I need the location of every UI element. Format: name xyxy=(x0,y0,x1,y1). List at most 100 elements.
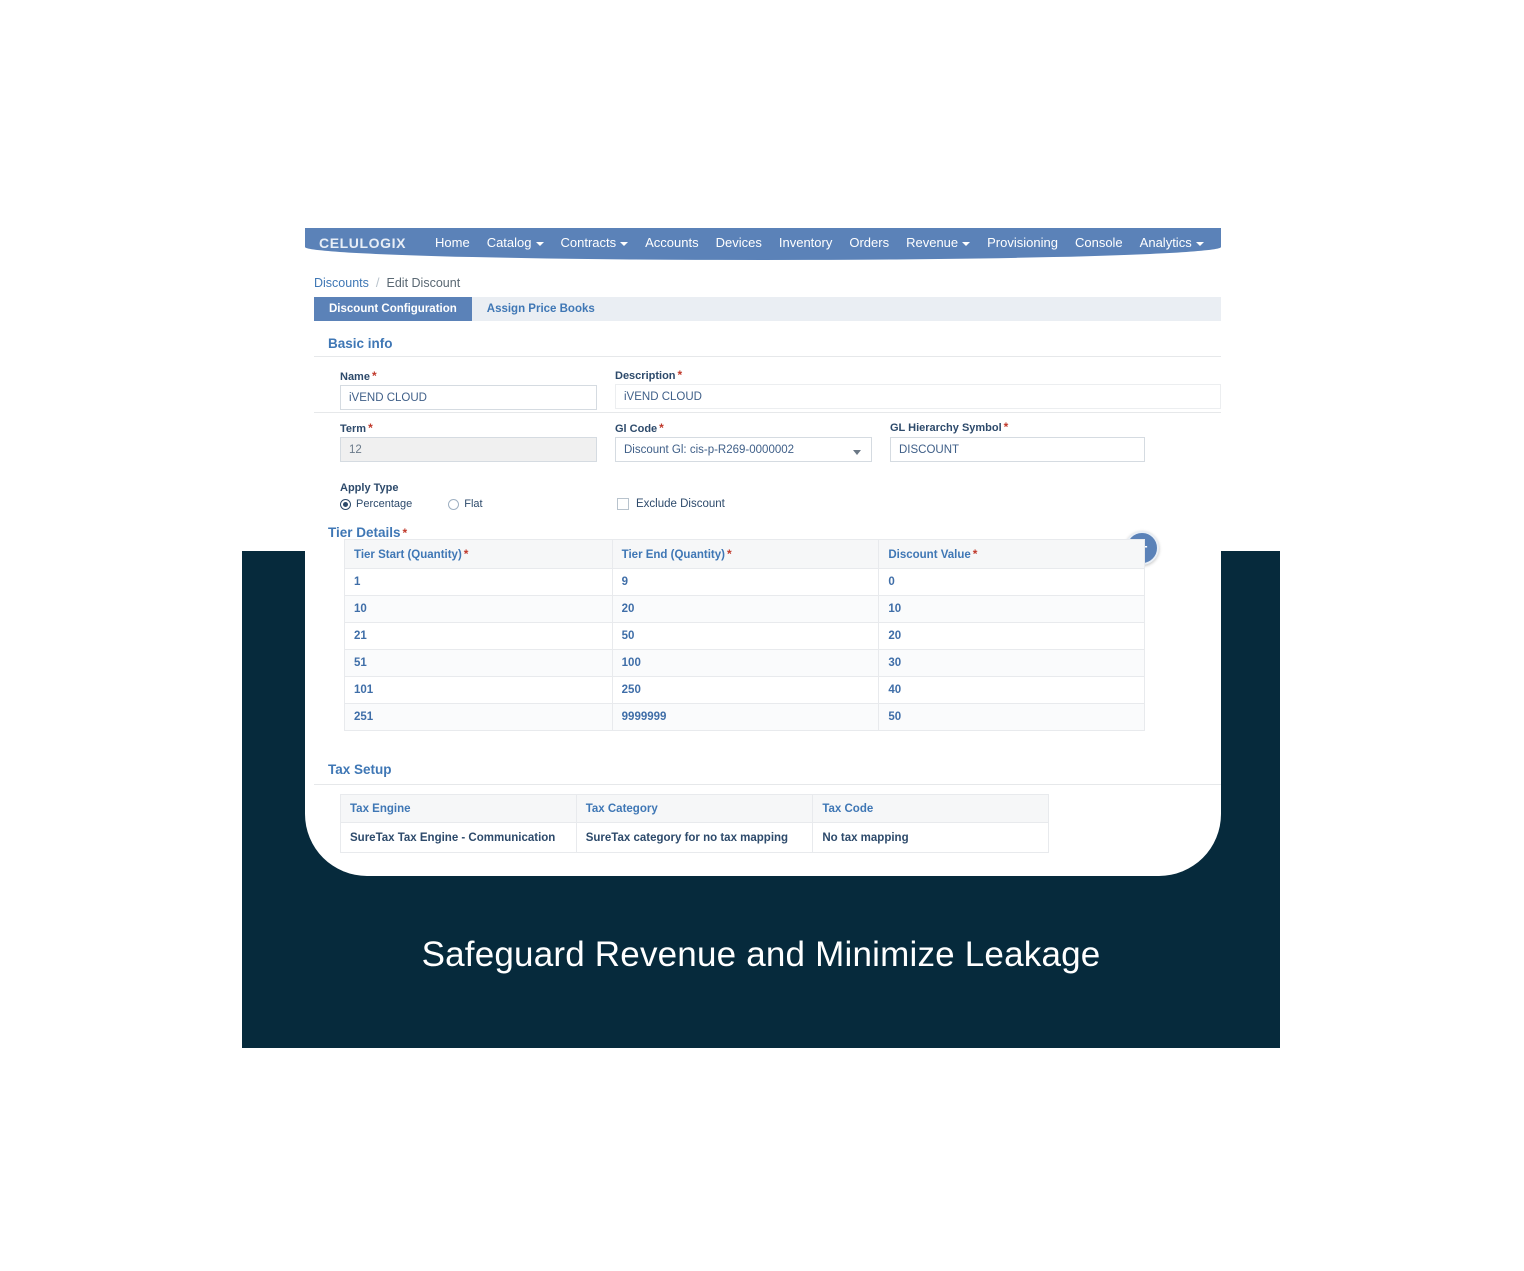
description-input[interactable] xyxy=(615,384,1221,409)
radio-icon xyxy=(340,498,351,510)
nav-item-home[interactable]: Home xyxy=(435,235,470,250)
top-navbar: CELULOGIX Home Catalog Contracts Account… xyxy=(305,228,1221,260)
chevron-down-icon xyxy=(535,241,544,246)
chevron-down-icon xyxy=(1195,241,1204,246)
table-row[interactable]: 251 9999999 50 xyxy=(344,703,1145,731)
cell-discount-value[interactable]: 30 xyxy=(878,649,1145,677)
nav-item-analytics[interactable]: Analytics xyxy=(1140,235,1204,250)
nav-item-accounts[interactable]: Accounts xyxy=(645,235,698,250)
nav-label: Revenue xyxy=(906,235,959,250)
section-title-tier-details: Tier Details * xyxy=(328,525,408,540)
table-row[interactable]: 51 100 30 xyxy=(344,649,1145,677)
cell-tier-start[interactable]: 101 xyxy=(344,676,613,704)
brand-logo[interactable]: CELULOGIX xyxy=(319,235,406,251)
nav-item-inventory[interactable]: Inventory xyxy=(779,235,832,250)
cell-tax-engine: SureTax Tax Engine - Communication xyxy=(340,822,577,853)
nav-label: Analytics xyxy=(1139,235,1192,250)
radio-option-flat[interactable]: Flat xyxy=(448,498,483,510)
nav-item-provisioning[interactable]: Provisioning xyxy=(987,235,1058,250)
table-row[interactable]: SureTax Tax Engine - Communication SureT… xyxy=(340,822,1049,853)
required-marker: * xyxy=(1003,420,1009,434)
nav-menu: Home Catalog Contracts Accounts Devices … xyxy=(435,235,1204,250)
gl-code-select[interactable] xyxy=(615,437,872,462)
cell-discount-value[interactable]: 50 xyxy=(878,703,1145,731)
label-description: Description * xyxy=(615,368,683,382)
screenshot-root: Safeguard Revenue and Minimize Leakage C… xyxy=(0,0,1524,1271)
chevron-down-icon[interactable] xyxy=(853,450,861,455)
cell-tier-end[interactable]: 100 xyxy=(611,649,880,677)
tab-assign-price-books[interactable]: Assign Price Books xyxy=(472,297,610,321)
label-gl-code: Gl Code * xyxy=(615,421,664,435)
section-title-tax-setup: Tax Setup xyxy=(328,762,392,777)
nav-item-devices[interactable]: Devices xyxy=(716,235,762,250)
divider xyxy=(314,412,1221,413)
cell-tier-end[interactable]: 50 xyxy=(611,622,880,650)
required-marker: * xyxy=(463,547,469,561)
nav-item-catalog[interactable]: Catalog xyxy=(487,235,544,250)
label-term: Term * xyxy=(340,421,373,435)
gl-hierarchy-symbol-input[interactable] xyxy=(890,437,1145,462)
cell-discount-value[interactable]: 0 xyxy=(878,568,1145,596)
cell-discount-value[interactable]: 40 xyxy=(878,676,1145,704)
required-marker: * xyxy=(972,547,978,561)
tax-setup-table: Tax Engine Tax Category Tax Code SureTax… xyxy=(340,794,1049,853)
cell-tier-start[interactable]: 21 xyxy=(344,622,613,650)
cell-discount-value[interactable]: 20 xyxy=(878,622,1145,650)
required-marker: * xyxy=(402,526,408,540)
breadcrumb-discounts[interactable]: Discounts xyxy=(314,276,369,290)
cell-tier-end[interactable]: 250 xyxy=(611,676,880,704)
exclude-discount-checkbox[interactable]: Exclude Discount xyxy=(617,498,725,510)
breadcrumb-current: Edit Discount xyxy=(386,275,461,290)
breadcrumb-separator: / xyxy=(375,275,380,290)
column-discount-value: Discount Value * xyxy=(878,539,1145,569)
promo-headline: Safeguard Revenue and Minimize Leakage xyxy=(421,935,1101,974)
column-tier-end: Tier End (Quantity) * xyxy=(611,539,880,569)
application-card: CELULOGIX Home Catalog Contracts Account… xyxy=(305,228,1221,876)
table-header-row: Tier Start (Quantity) * Tier End (Quantit… xyxy=(344,539,1145,569)
table-row[interactable]: 101 250 40 xyxy=(344,676,1145,704)
required-marker: * xyxy=(677,368,683,382)
tier-details-table: Tier Start (Quantity) * Tier End (Quantit… xyxy=(344,539,1145,731)
nav-label: Console xyxy=(1074,235,1123,250)
column-tax-engine: Tax Engine xyxy=(340,794,577,823)
cell-tier-end[interactable]: 9 xyxy=(611,568,880,596)
divider xyxy=(314,784,1221,785)
required-marker: * xyxy=(368,421,373,435)
nav-label: Home xyxy=(435,235,470,250)
column-tax-code: Tax Code xyxy=(812,794,1049,823)
cell-tax-code: No tax mapping xyxy=(812,822,1049,853)
checkbox-icon xyxy=(617,498,629,510)
nav-item-orders[interactable]: Orders xyxy=(849,235,889,250)
nav-item-revenue[interactable]: Revenue xyxy=(906,235,971,250)
column-tax-category: Tax Category xyxy=(575,794,814,823)
table-row[interactable]: 21 50 20 xyxy=(344,622,1145,650)
nav-item-contracts[interactable]: Contracts xyxy=(561,235,629,250)
label-apply-type: Apply Type xyxy=(340,482,399,494)
required-marker: * xyxy=(659,421,664,435)
column-tier-start: Tier Start (Quantity) * xyxy=(344,539,613,569)
table-row[interactable]: 190 xyxy=(344,568,1145,596)
section-title-basic-info: Basic info xyxy=(328,336,393,351)
cell-tier-end[interactable]: 20 xyxy=(611,595,880,623)
nav-label: Provisioning xyxy=(987,235,1058,250)
nav-label: Contracts xyxy=(560,235,617,250)
cell-tier-start[interactable]: 51 xyxy=(344,649,613,677)
chevron-down-icon xyxy=(620,241,629,246)
radio-icon xyxy=(448,498,460,510)
cell-tier-start[interactable]: 1 xyxy=(344,568,613,596)
tab-strip: Discount Configuration Assign Price Book… xyxy=(314,297,1221,321)
cell-tier-start[interactable]: 10 xyxy=(344,595,613,623)
breadcrumb: Discounts / Edit Discount xyxy=(314,275,460,290)
term-input xyxy=(340,437,597,462)
cell-discount-value[interactable]: 10 xyxy=(878,595,1145,623)
nav-item-console[interactable]: Console xyxy=(1075,235,1123,250)
name-input[interactable] xyxy=(340,385,597,410)
cell-tier-start[interactable]: 251 xyxy=(344,703,613,731)
table-row[interactable]: 10 20 10 xyxy=(344,595,1145,623)
tab-discount-configuration[interactable]: Discount Configuration xyxy=(314,297,472,321)
chevron-down-icon xyxy=(962,241,971,246)
table-header-row: Tax Engine Tax Category Tax Code xyxy=(340,794,1049,823)
label-name: Name * xyxy=(340,369,377,383)
radio-option-percentage[interactable]: Percentage xyxy=(340,498,412,510)
cell-tier-end[interactable]: 9999999 xyxy=(611,703,880,731)
